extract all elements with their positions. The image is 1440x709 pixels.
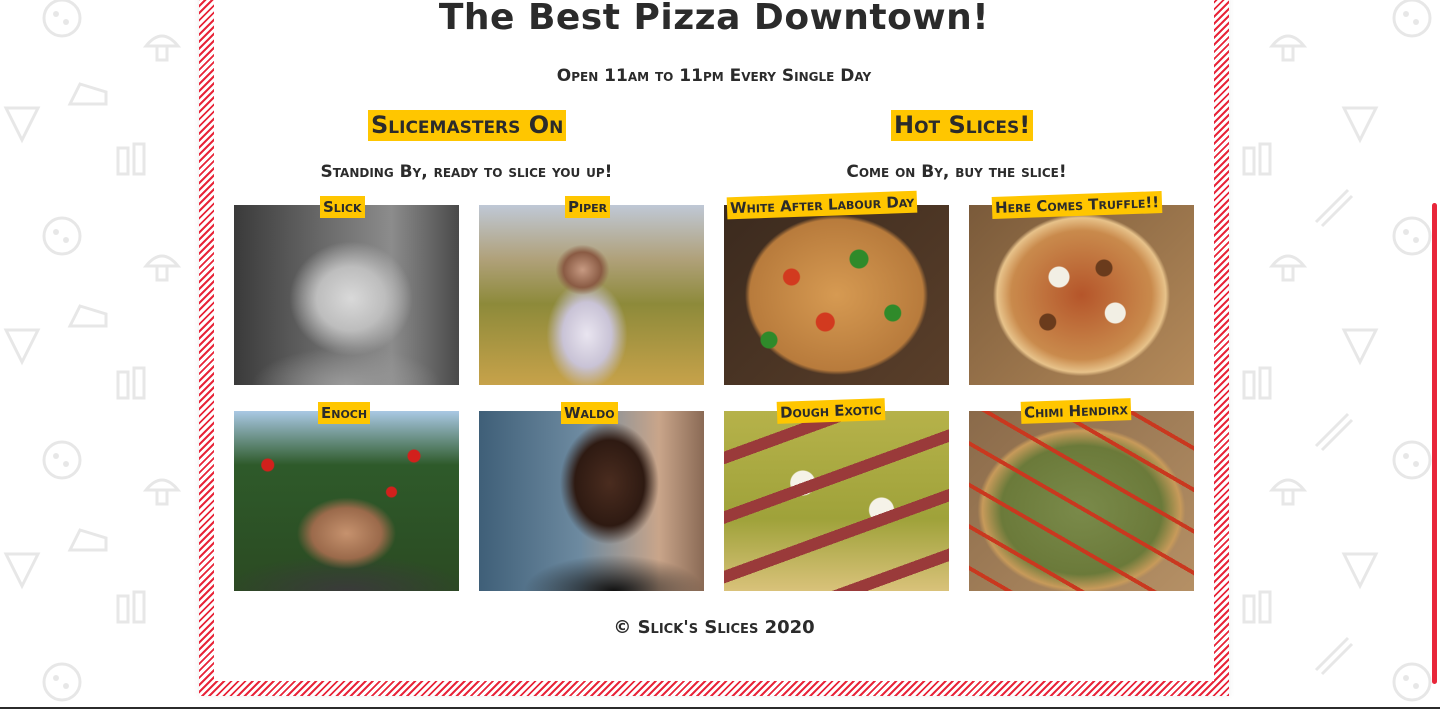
pizza-name-tag: Chimi Hendirx: [1020, 398, 1132, 424]
bacon-icon: [1314, 188, 1354, 228]
bottles-icon: [1242, 366, 1272, 400]
slice-icon: [1341, 552, 1379, 590]
slicemaster-name-tag: Waldo: [561, 402, 618, 424]
slicemaster-photo: [234, 205, 459, 385]
pizza-icon: [1392, 440, 1432, 480]
slicemaster-name-tag: Enoch: [318, 402, 371, 424]
slicemaster-photo: [234, 411, 459, 591]
slice-icon: [3, 106, 41, 144]
pizza-photo: [969, 411, 1194, 591]
slicemaster-card[interactable]: [479, 411, 704, 591]
opening-hours: Open 11am to 11pm Every Single Day: [556, 66, 872, 86]
cheese-icon: [67, 528, 108, 552]
slicemaster-name-tag: Piper: [565, 196, 611, 218]
page-scrollbar[interactable]: [1432, 203, 1437, 684]
pizza-card[interactable]: [724, 205, 949, 385]
mushroom-icon: [1268, 254, 1308, 282]
mushroom-icon: [142, 34, 182, 62]
bacon-icon: [1314, 636, 1354, 676]
slice-icon: [3, 328, 41, 366]
pizza-card[interactable]: [969, 411, 1194, 591]
bottles-icon: [116, 142, 146, 176]
slicemaster-photo: [479, 411, 704, 591]
pizza-card[interactable]: [724, 411, 949, 591]
pizza-icon: [1392, 216, 1432, 256]
mushroom-icon: [142, 478, 182, 506]
bottles-icon: [1242, 590, 1272, 624]
mushroom-icon: [1268, 478, 1308, 506]
mushroom-icon: [142, 254, 182, 282]
bottles-icon: [116, 366, 146, 400]
slicemasters-heading: Slicemasters On: [368, 110, 567, 141]
mushroom-icon: [1268, 34, 1308, 62]
card-content: The Best Pizza Downtown! Open 11am to 11…: [214, 0, 1214, 681]
pizza-card[interactable]: [969, 205, 1194, 385]
bacon-icon: [1314, 412, 1354, 452]
bottles-icon: [116, 590, 146, 624]
pizza-photo: [969, 205, 1194, 385]
pizza-name-tag: Dough Exotic: [776, 398, 885, 424]
main-card: The Best Pizza Downtown! Open 11am to 11…: [199, 0, 1229, 696]
slicemaster-photo: [479, 205, 704, 385]
slicemasters-subtitle: Standing By, ready to slice you up!: [320, 162, 613, 182]
slicemaster-card[interactable]: [234, 411, 459, 591]
pizza-icon: [1392, 0, 1432, 38]
pizza-icon: [42, 662, 82, 702]
pizza-icon: [42, 440, 82, 480]
pizza-icon: [42, 216, 82, 256]
pizza-photo: [724, 411, 949, 591]
hot-slices-heading: Hot Slices!: [891, 110, 1034, 141]
bottles-icon: [1242, 142, 1272, 176]
pizza-icon: [42, 0, 82, 38]
pizza-photo: [724, 205, 949, 385]
slicemaster-card[interactable]: [234, 205, 459, 385]
pizza-icon: [1392, 662, 1432, 702]
slice-icon: [1341, 328, 1379, 366]
slice-icon: [3, 552, 41, 590]
cheese-icon: [67, 304, 108, 328]
slicemaster-name-tag: Slick: [320, 196, 365, 218]
slicemaster-card[interactable]: [479, 205, 704, 385]
page-title: The Best Pizza Downtown!: [438, 0, 990, 38]
slice-icon: [1341, 106, 1379, 144]
cheese-icon: [67, 82, 108, 106]
hot-slices-subtitle: Come on By, buy the slice!: [846, 162, 1067, 182]
footer-copyright: © Slick's Slices 2020: [613, 617, 815, 638]
